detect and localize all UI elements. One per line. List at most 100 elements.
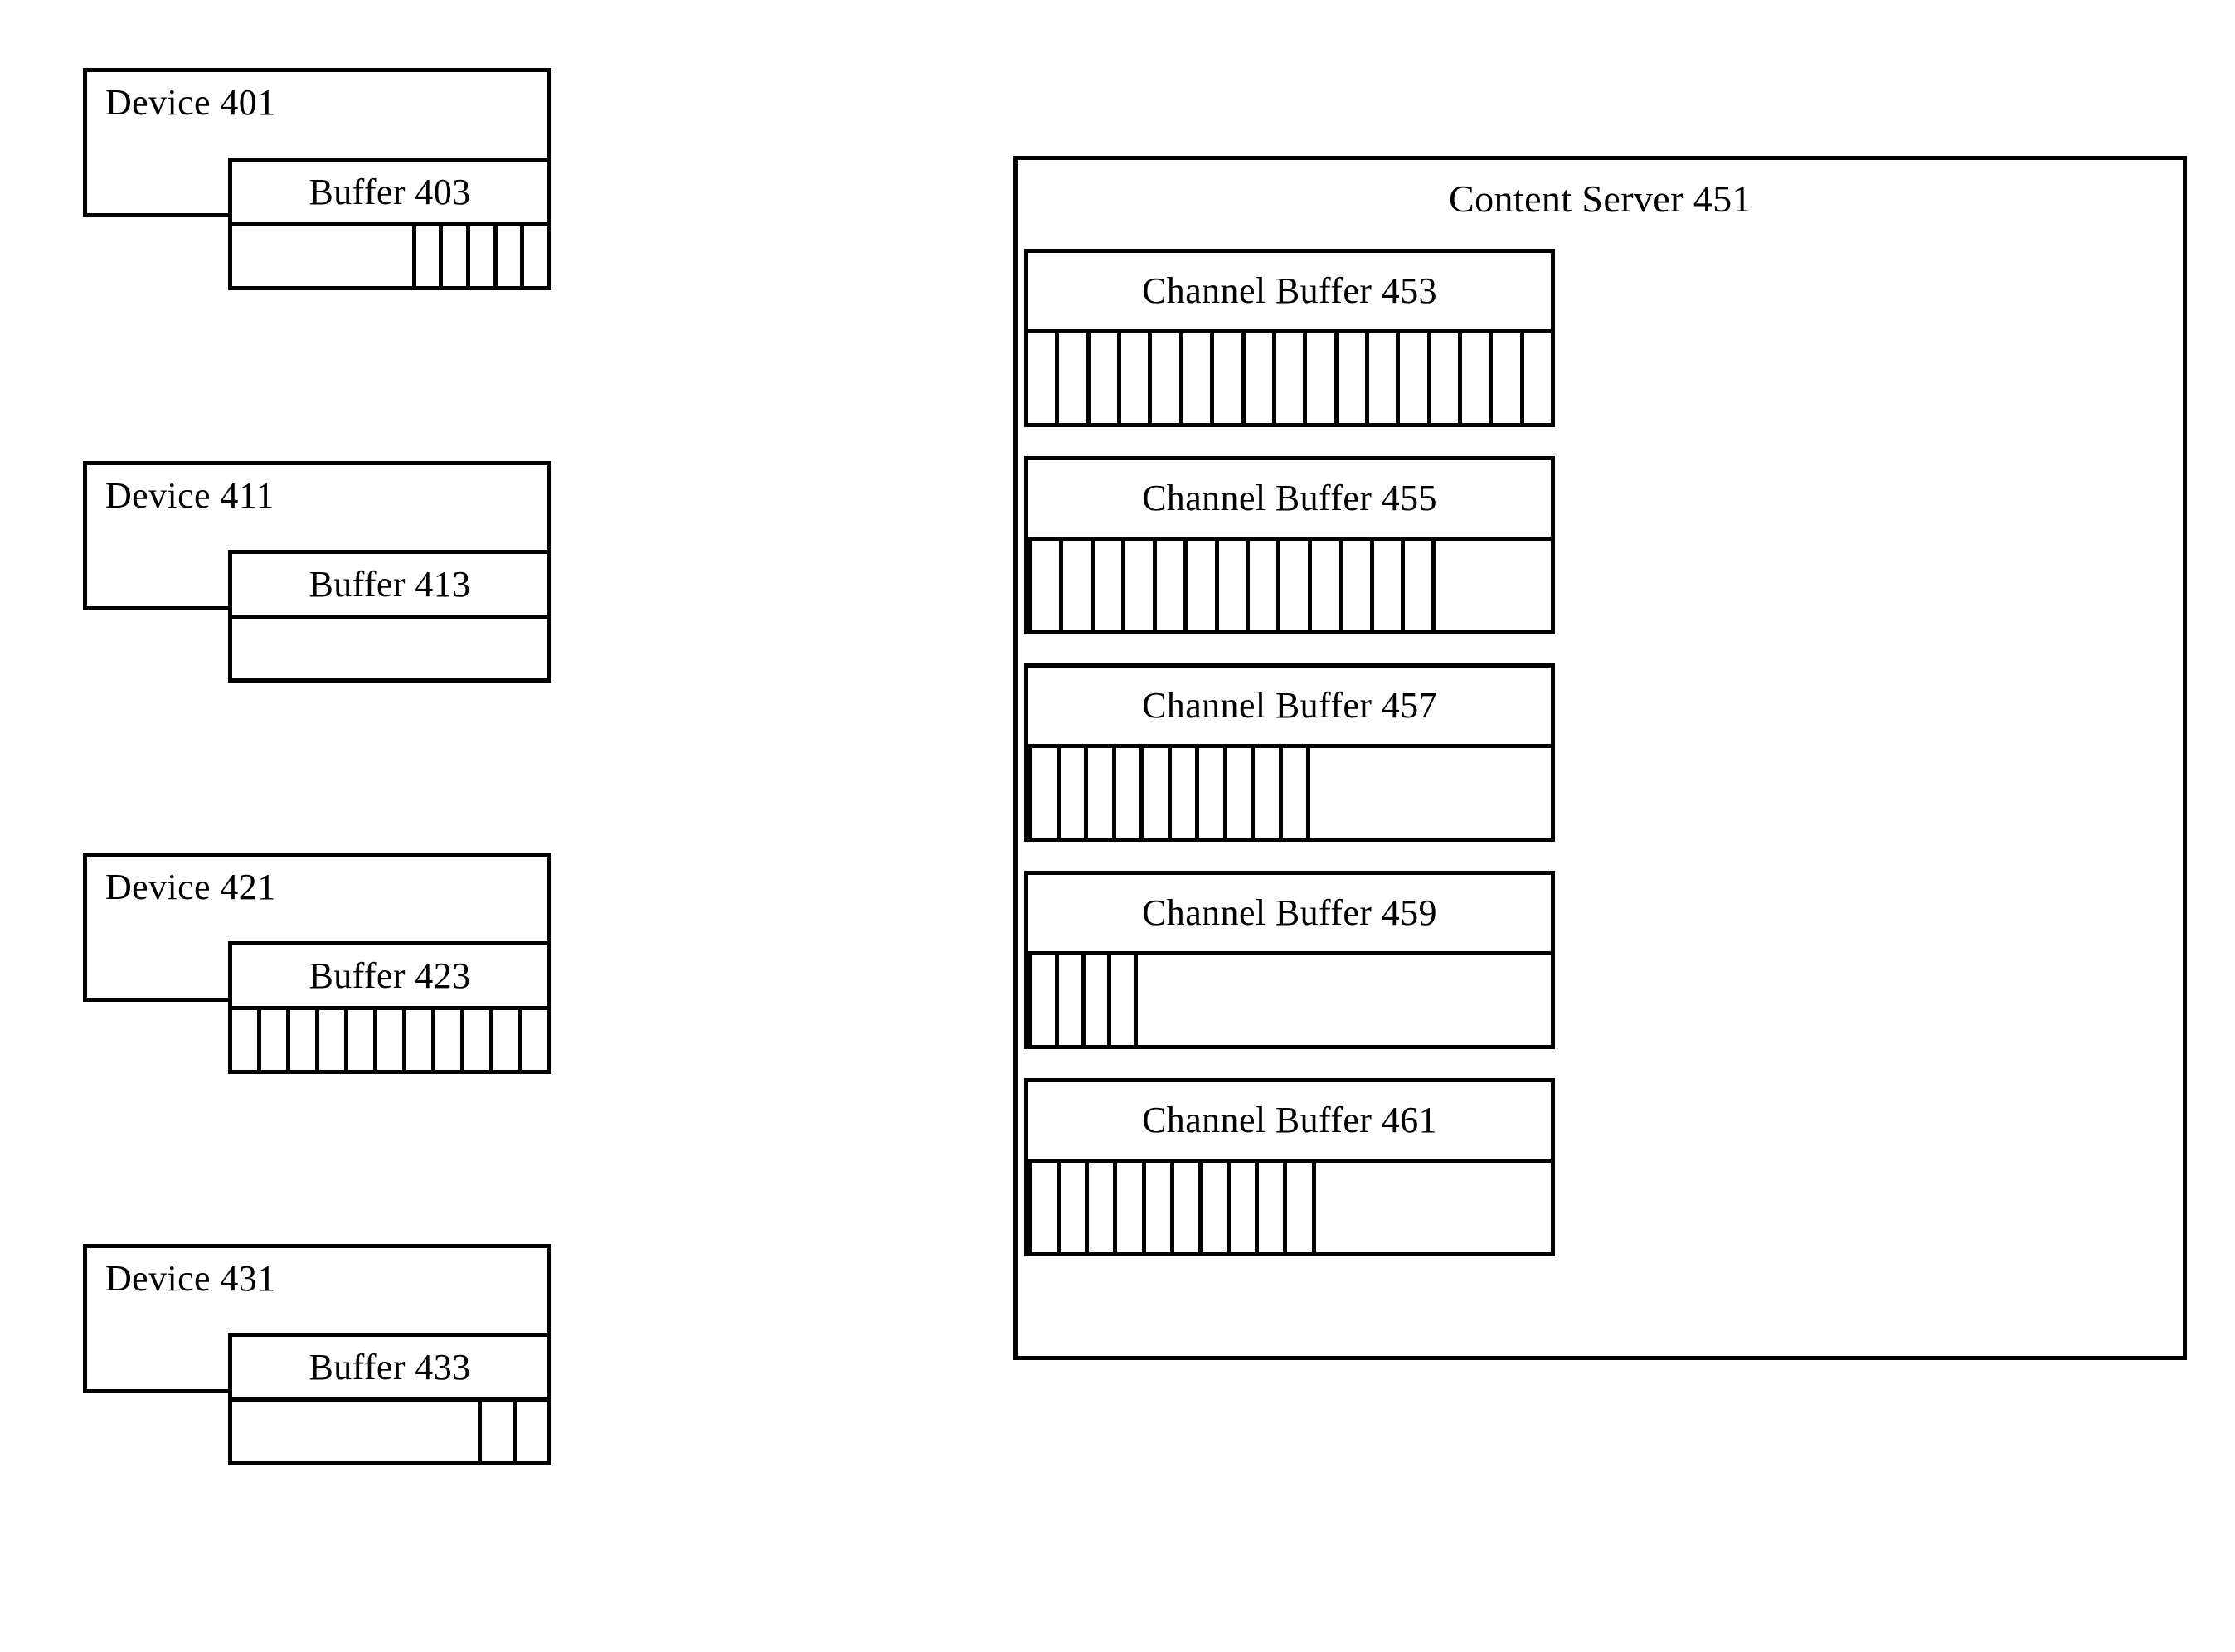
device-label-401: Device 401 (105, 82, 276, 123)
device-label-411: Device 411 (105, 475, 275, 516)
buffer-segment (1167, 748, 1196, 838)
buffer-segment (1334, 333, 1365, 423)
buffer-segment (1107, 955, 1135, 1045)
buffer-segment (411, 226, 440, 286)
content-server-title: Content Server 451 (1449, 177, 1752, 220)
buffer-segment (1086, 333, 1118, 423)
buffer-segment (439, 226, 466, 286)
buffer-segment (1028, 955, 1055, 1045)
channel-buffer-box-453: Channel Buffer 453 (1024, 249, 1555, 427)
buffer-segment (465, 226, 493, 286)
buffer-segment (1054, 955, 1081, 1045)
buffer-box-423: Buffer 423 (228, 941, 551, 1074)
buffer-segment (1121, 541, 1153, 630)
buffer-segment (1028, 333, 1056, 423)
buffer-segment (1519, 333, 1551, 423)
channel-buffer-fill-457 (1028, 748, 1551, 838)
channel-buffer-fill-461 (1028, 1163, 1551, 1252)
buffer-segment (1141, 1163, 1170, 1252)
buffer-segment (1241, 333, 1272, 423)
device-label-431: Device 431 (105, 1258, 276, 1299)
buffer-segment (1401, 541, 1432, 630)
buffer-fill-433 (232, 1402, 547, 1461)
buffer-segment (232, 1010, 257, 1070)
buffer-segment (1085, 1163, 1114, 1252)
buffer-segment (1426, 333, 1459, 423)
buffer-segment (344, 1010, 373, 1070)
device-label-421: Device 421 (105, 867, 276, 907)
buffer-title-433: Buffer 433 (232, 1337, 547, 1402)
buffer-segment (1057, 1163, 1086, 1252)
buffer-box-413: Buffer 413 (228, 550, 551, 683)
buffer-segment (1271, 333, 1304, 423)
buffer-segment (1117, 333, 1149, 423)
channel-buffer-title-453: Channel Buffer 453 (1028, 253, 1551, 333)
buffer-segment (1489, 333, 1520, 423)
channel-buffer-fill-459 (1028, 955, 1551, 1045)
buffer-segment (1364, 333, 1397, 423)
buffer-segment (520, 226, 547, 286)
buffer-fill-run (411, 226, 547, 286)
channel-buffer-box-457: Channel Buffer 457 (1024, 663, 1555, 842)
channel-buffer-fill-453 (1028, 333, 1551, 423)
buffer-segment (1255, 1163, 1284, 1252)
buffer-segment (1169, 1163, 1198, 1252)
buffer-segment (1056, 748, 1085, 838)
buffer-segment (1113, 1163, 1142, 1252)
buffer-segment (513, 1402, 547, 1461)
buffer-segment (1139, 748, 1168, 838)
buffer-title-403: Buffer 403 (232, 162, 547, 226)
buffer-fill-run (478, 1402, 547, 1461)
buffer-segment (1178, 333, 1211, 423)
buffer-segment (1081, 955, 1108, 1045)
buffer-segment (1396, 333, 1427, 423)
buffer-segment (1245, 541, 1277, 630)
buffer-segment (1227, 1163, 1256, 1252)
buffer-segment (1198, 1163, 1227, 1252)
buffer-segment (1148, 333, 1179, 423)
buffer-segment (518, 1010, 547, 1070)
patent-figure: Device 401 Buffer 403 Device 411 Buffer … (0, 0, 2235, 1652)
buffer-title-413: Buffer 413 (232, 554, 547, 619)
buffer-segment (489, 1010, 518, 1070)
buffer-segment (1059, 541, 1091, 630)
buffer-segment (1084, 748, 1112, 838)
buffer-segment (493, 226, 521, 286)
channel-buffer-fill-455 (1028, 541, 1551, 630)
buffer-segment (1307, 541, 1339, 630)
buffer-segment (286, 1010, 315, 1070)
buffer-segment (1283, 1163, 1312, 1252)
channel-buffer-title-459: Channel Buffer 459 (1028, 875, 1551, 955)
buffer-segment (402, 1010, 431, 1070)
channel-buffer-box-461: Channel Buffer 461 (1024, 1078, 1555, 1256)
buffer-fill-423 (232, 1010, 547, 1070)
buffer-fill-run (1028, 1163, 1316, 1252)
buffer-segment (1210, 333, 1241, 423)
buffer-segment (431, 1010, 460, 1070)
buffer-segment (1111, 748, 1140, 838)
channel-buffer-title-461: Channel Buffer 461 (1028, 1082, 1551, 1163)
channel-buffer-title-457: Channel Buffer 457 (1028, 668, 1551, 748)
channel-buffer-title-455: Channel Buffer 455 (1028, 460, 1551, 541)
buffer-segment (478, 1402, 513, 1461)
buffer-segment (1183, 541, 1215, 630)
buffer-segment (1028, 541, 1060, 630)
buffer-fill-run (232, 1010, 547, 1070)
buffer-fill-403 (232, 226, 547, 286)
buffer-fill-run (1028, 541, 1436, 630)
buffer-segment (257, 1010, 286, 1070)
buffer-fill-run (1028, 955, 1139, 1045)
buffer-segment (1222, 748, 1251, 838)
buffer-segment (1195, 748, 1223, 838)
buffer-segment (1028, 748, 1057, 838)
buffer-segment (1369, 541, 1402, 630)
buffer-box-433: Buffer 433 (228, 1333, 551, 1465)
buffer-segment (1028, 1163, 1057, 1252)
buffer-segment (1214, 541, 1246, 630)
buffer-segment (1251, 748, 1279, 838)
buffer-segment (1090, 541, 1122, 630)
buffer-box-403: Buffer 403 (228, 158, 551, 290)
buffer-segment (1303, 333, 1334, 423)
buffer-segment (1458, 333, 1489, 423)
buffer-fill-run (1028, 748, 1311, 838)
